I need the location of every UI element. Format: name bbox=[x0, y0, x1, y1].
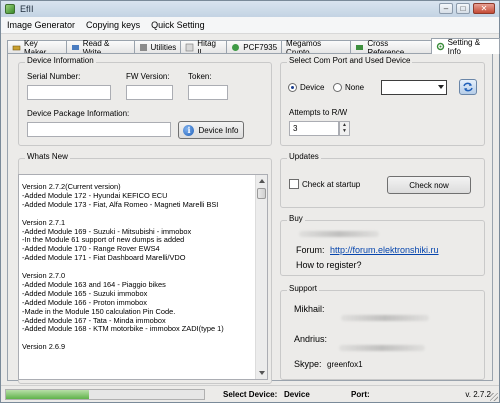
token-field[interactable] bbox=[188, 85, 228, 100]
tab-strip: Key Maker Read & Write Utilities Hitag I… bbox=[7, 37, 500, 57]
tab-megamos-crypto[interactable]: Megamos Crypto bbox=[281, 39, 352, 57]
close-button[interactable]: ✕ bbox=[473, 3, 495, 14]
updates-group: Updates Check at startup Check now bbox=[280, 152, 485, 208]
tab-read-write[interactable]: Read & Write bbox=[65, 39, 135, 57]
buy-group: Buy Forum: http://forum.elektronshiki.ru… bbox=[280, 214, 485, 276]
device-info-button-label: Device Info bbox=[198, 125, 239, 135]
tab-utilities[interactable]: Utilities bbox=[133, 40, 182, 54]
title-bar: EfII – □ ✕ bbox=[1, 1, 499, 17]
pcf-icon bbox=[231, 43, 240, 52]
status-bar: Select Device: Device Port: v. 2.7.2 bbox=[1, 385, 499, 402]
check-startup-label: Check at startup bbox=[302, 180, 361, 189]
app-icon bbox=[5, 4, 15, 14]
version-label: v. 2.7.2 bbox=[465, 390, 491, 399]
none-radio[interactable] bbox=[333, 83, 342, 92]
tab-label: Utilities bbox=[150, 43, 177, 52]
forum-label: Forum: bbox=[296, 245, 325, 255]
serial-number-label: Serial Number: bbox=[27, 72, 81, 81]
how-to-register-text: How to register? bbox=[296, 260, 362, 270]
scroll-thumb[interactable] bbox=[257, 188, 266, 199]
none-radio-label: None bbox=[345, 83, 365, 92]
menu-bar: Image Generator Copying keys Quick Setti… bbox=[1, 17, 499, 34]
skype-value: greenfox1 bbox=[327, 360, 363, 369]
check-startup-checkbox[interactable] bbox=[289, 179, 299, 189]
app-window: EfII – □ ✕ Image Generator Copying keys … bbox=[0, 0, 500, 403]
group-title: Buy bbox=[287, 214, 305, 223]
group-title: Support bbox=[287, 284, 320, 293]
scroll-up-icon[interactable] bbox=[259, 179, 265, 183]
com-port-group: Select Com Port and Used Device Device N… bbox=[280, 56, 485, 146]
port-label: Port: bbox=[351, 390, 370, 399]
hitag-icon bbox=[185, 43, 194, 52]
info-icon: i bbox=[183, 124, 195, 136]
settings-gear-icon bbox=[436, 42, 445, 51]
refresh-ports-button[interactable] bbox=[459, 79, 477, 95]
vertical-scrollbar[interactable] bbox=[255, 175, 267, 379]
redacted-text bbox=[339, 345, 425, 351]
tab-setting-info[interactable]: Setting & Info bbox=[430, 37, 500, 56]
whats-new-content: Version 2.7.2(Current version) -Added Mo… bbox=[22, 182, 254, 352]
forum-link[interactable]: http://forum.elektronshiki.ru bbox=[330, 245, 439, 255]
key-maker-icon bbox=[12, 43, 21, 52]
support-group: Support Mikhail: Andrius: Skype: greenfo… bbox=[280, 284, 485, 380]
tab-key-maker[interactable]: Key Maker bbox=[7, 39, 67, 57]
whats-new-textbox[interactable]: Version 2.7.2(Current version) -Added Mo… bbox=[18, 174, 268, 380]
select-device-value: Device bbox=[284, 390, 310, 399]
news-line: Version 2.6.9 bbox=[22, 342, 66, 352]
window-controls: – □ ✕ bbox=[439, 3, 495, 14]
redacted-text bbox=[299, 231, 379, 237]
menu-quick-setting[interactable]: Quick Setting bbox=[151, 20, 205, 30]
group-title: Device Information bbox=[25, 56, 96, 65]
tab-hitag[interactable]: Hitag II bbox=[180, 39, 228, 57]
package-info-field[interactable] bbox=[27, 122, 171, 137]
group-title: Select Com Port and Used Device bbox=[287, 56, 413, 65]
news-line: -Added Module 173 - Fiat, Alfa Romeo - M… bbox=[22, 199, 219, 209]
cross-reference-icon bbox=[355, 43, 364, 52]
device-info-group: Device Information Serial Number: FW Ver… bbox=[18, 56, 272, 146]
tab-label: Setting & Info bbox=[447, 37, 481, 56]
refresh-icon bbox=[463, 82, 473, 92]
menu-image-generator[interactable]: Image Generator bbox=[7, 20, 75, 30]
group-title: Whats New bbox=[25, 152, 70, 161]
mikhail-label: Mikhail: bbox=[294, 304, 325, 314]
progress-fill bbox=[6, 390, 90, 399]
news-line: -Added Module 171 - Fiat Dashboard Marel… bbox=[22, 253, 186, 263]
group-title: Updates bbox=[287, 152, 321, 161]
check-now-label: Check now bbox=[409, 180, 449, 190]
tab-pcf7935[interactable]: PCF7935 bbox=[226, 40, 283, 54]
settings-panel: Device Information Serial Number: FW Ver… bbox=[7, 53, 493, 384]
attempts-label: Attempts to R/W bbox=[289, 108, 348, 117]
spin-down-icon[interactable]: ▼ bbox=[340, 128, 349, 134]
device-radio[interactable] bbox=[288, 83, 297, 92]
attempts-spinner[interactable]: ▲ ▼ bbox=[339, 121, 350, 136]
check-now-button[interactable]: Check now bbox=[387, 176, 471, 194]
read-write-icon bbox=[71, 43, 80, 52]
menu-copying-keys[interactable]: Copying keys bbox=[86, 20, 140, 30]
maximize-button[interactable]: □ bbox=[456, 3, 470, 14]
tab-label: PCF7935 bbox=[243, 43, 278, 52]
tab-cross-reference[interactable]: Cross Reference bbox=[350, 39, 432, 57]
fw-version-label: FW Version: bbox=[126, 72, 170, 81]
fw-version-field[interactable] bbox=[126, 85, 173, 100]
com-port-dropdown[interactable] bbox=[381, 80, 447, 95]
chevron-down-icon bbox=[438, 85, 444, 89]
redacted-text bbox=[341, 315, 429, 321]
resize-grip[interactable] bbox=[490, 393, 498, 401]
window-title: EfII bbox=[20, 4, 34, 14]
serial-number-field[interactable] bbox=[27, 85, 111, 100]
device-info-button[interactable]: i Device Info bbox=[178, 121, 244, 139]
package-info-label: Device Package Information: bbox=[27, 109, 130, 118]
minimize-button[interactable]: – bbox=[439, 3, 453, 14]
token-label: Token: bbox=[188, 72, 212, 81]
attempts-field[interactable]: 3 bbox=[289, 121, 339, 136]
utilities-icon bbox=[139, 43, 148, 52]
select-device-label: Select Device: bbox=[223, 390, 278, 399]
device-radio-label: Device bbox=[300, 83, 325, 92]
progress-bar bbox=[5, 389, 205, 400]
andrius-label: Andrius: bbox=[294, 334, 328, 344]
news-line: -Added Module 168 - KTM motorbike - immo… bbox=[22, 324, 224, 334]
scroll-down-icon[interactable] bbox=[259, 371, 265, 375]
skype-label: Skype: bbox=[294, 359, 322, 369]
